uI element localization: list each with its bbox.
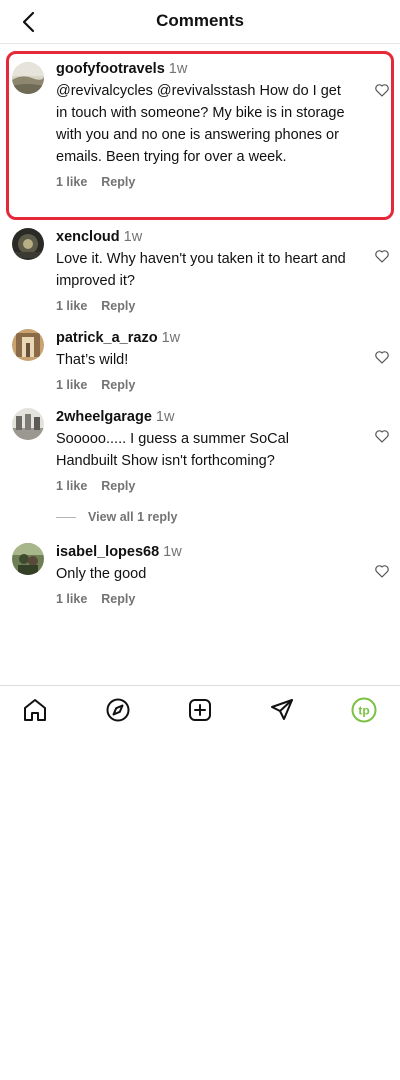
comment-timestamp: 1w xyxy=(163,544,182,560)
direct-messages-icon xyxy=(271,699,293,720)
like-count[interactable]: 1 like xyxy=(56,592,87,606)
profile-avatar-text: tp xyxy=(358,704,369,718)
view-replies-button[interactable]: View all 1 reply xyxy=(56,508,177,526)
reply-button[interactable]: Reply xyxy=(101,299,135,313)
comment-text: Love it. Why haven't you taken it to hea… xyxy=(56,251,346,289)
tab-messages[interactable] xyxy=(268,696,296,724)
view-replies-label: View all 1 reply xyxy=(88,510,178,524)
avatar[interactable] xyxy=(12,543,44,575)
like-count[interactable]: 1 like xyxy=(56,378,87,392)
tab-profile[interactable]: tp xyxy=(350,696,378,724)
create-post-icon xyxy=(189,699,211,721)
bottom-tab-bar: tp xyxy=(0,685,400,733)
comment-username[interactable]: isabel_lopes68 xyxy=(56,544,159,560)
like-count[interactable]: 1 like xyxy=(56,175,87,189)
tab-explore[interactable] xyxy=(104,696,132,724)
comments-header: Comments xyxy=(0,0,400,44)
comment-username[interactable]: patrick_a_razo xyxy=(56,330,158,346)
avatar[interactable] xyxy=(12,329,44,361)
like-count[interactable]: 1 like xyxy=(56,479,87,493)
comment-timestamp: 1w xyxy=(155,409,175,425)
heart-icon[interactable] xyxy=(374,82,390,98)
comment-text: Only the good xyxy=(56,566,147,582)
comment-text: That’s wild! xyxy=(56,352,129,368)
heart-icon[interactable] xyxy=(374,563,390,579)
replies-divider xyxy=(56,516,76,518)
tab-create[interactable] xyxy=(186,696,214,724)
reply-button[interactable]: Reply xyxy=(101,592,135,606)
avatar[interactable] xyxy=(12,228,44,260)
comment-username[interactable]: goofyfootravels xyxy=(56,61,165,77)
comment-username[interactable]: xencloud xyxy=(56,229,120,245)
heart-icon[interactable] xyxy=(374,349,390,365)
like-count[interactable]: 1 like xyxy=(56,299,87,313)
comment-username[interactable]: 2wheelgarage xyxy=(56,409,152,425)
profile-avatar: tp xyxy=(351,697,377,723)
reply-button[interactable]: Reply xyxy=(101,175,135,189)
avatar[interactable] xyxy=(12,62,44,94)
comment-timestamp: 1w xyxy=(161,330,181,346)
comment-text: @revivalcycles @revivalsstash How do I g… xyxy=(56,83,345,165)
comment-timestamp: 1w xyxy=(123,229,143,245)
reply-button[interactable]: Reply xyxy=(101,378,135,392)
heart-icon[interactable] xyxy=(374,248,390,264)
reply-button[interactable]: Reply xyxy=(101,479,135,493)
page-title: Comments xyxy=(156,11,244,30)
avatar[interactable] xyxy=(12,408,44,440)
comment-text: Sooooo..... I guess a summer SoCal Handb… xyxy=(56,431,289,469)
home-icon xyxy=(24,699,46,721)
tab-home[interactable] xyxy=(21,696,49,724)
comment-timestamp: 1w xyxy=(168,61,188,77)
explore-icon xyxy=(106,698,130,722)
heart-icon[interactable] xyxy=(374,428,390,444)
